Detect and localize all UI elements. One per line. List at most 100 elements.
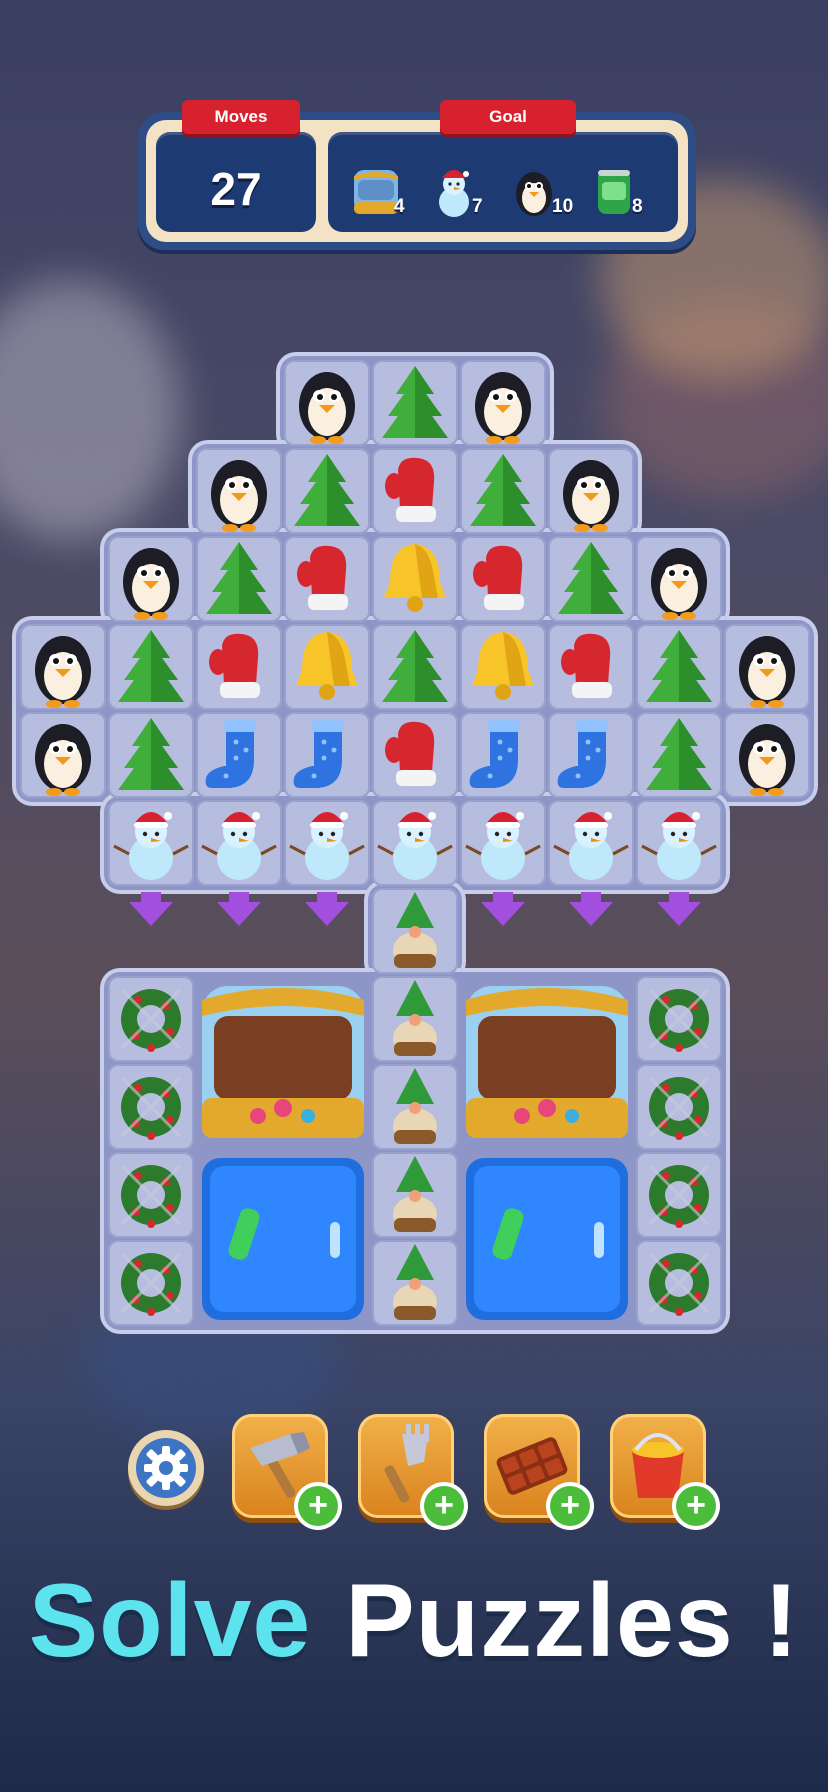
penguin-piece[interactable] xyxy=(196,448,282,534)
tree-piece[interactable] xyxy=(196,536,282,622)
gnome-icon xyxy=(393,1156,437,1232)
mitten-piece[interactable] xyxy=(372,712,458,798)
wreath-piece[interactable] xyxy=(636,1152,722,1238)
sock-icon xyxy=(293,720,344,788)
wreath-piece[interactable] xyxy=(636,1240,722,1326)
jar-icon xyxy=(202,986,364,1138)
tree-icon xyxy=(118,718,184,790)
snowman-icon xyxy=(201,812,277,880)
fork-booster-button[interactable]: + xyxy=(358,1414,464,1526)
wreath-icon xyxy=(648,1164,710,1228)
gnome-icon xyxy=(393,1068,437,1144)
mitten-icon xyxy=(209,633,260,698)
gnome-piece[interactable] xyxy=(372,976,458,1062)
tree-piece[interactable] xyxy=(284,448,370,534)
penguin-piece[interactable] xyxy=(724,624,810,710)
penguin-piece[interactable] xyxy=(548,448,634,534)
bell-piece[interactable] xyxy=(372,536,458,622)
wreath-piece[interactable] xyxy=(108,1064,194,1150)
snowman-piece[interactable] xyxy=(108,800,194,886)
goal-penguin: 10 xyxy=(500,166,580,226)
jar-blocker[interactable] xyxy=(196,976,370,1150)
bucket-booster-button[interactable]: + xyxy=(610,1414,716,1526)
mitten-piece[interactable] xyxy=(196,624,282,710)
bell-piece[interactable] xyxy=(284,624,370,710)
settings-button[interactable] xyxy=(128,1430,204,1506)
snowman-piece[interactable] xyxy=(196,800,282,886)
penguin-icon xyxy=(475,372,531,444)
add-hammer-button[interactable]: + xyxy=(298,1486,338,1526)
penguin-piece[interactable] xyxy=(284,360,370,446)
tree-icon xyxy=(382,366,448,438)
wreath-piece[interactable] xyxy=(108,976,194,1062)
bell-icon xyxy=(296,632,358,700)
tree-piece[interactable] xyxy=(548,536,634,622)
tree-icon xyxy=(382,630,448,702)
snowman-piece[interactable] xyxy=(284,800,370,886)
goal-hud: 27 4 7 10 8 Moves Goal xyxy=(138,100,696,250)
snowman-piece[interactable] xyxy=(460,800,546,886)
tree-piece[interactable] xyxy=(460,448,546,534)
snowman-icon xyxy=(289,812,365,880)
add-chocolate-button[interactable]: + xyxy=(550,1486,590,1526)
tree-icon xyxy=(646,718,712,790)
tree-piece[interactable] xyxy=(636,712,722,798)
fridge-icon xyxy=(466,1158,628,1320)
mitten-piece[interactable] xyxy=(284,536,370,622)
fridge-blocker[interactable] xyxy=(460,1152,634,1326)
wreath-piece[interactable] xyxy=(636,1064,722,1150)
sock-icon xyxy=(205,720,256,788)
tree-icon xyxy=(470,454,536,526)
jar-blocker[interactable] xyxy=(460,976,634,1150)
gnome-piece[interactable] xyxy=(372,1240,458,1326)
penguin-icon xyxy=(211,460,267,532)
mitten-piece[interactable] xyxy=(460,536,546,622)
wreath-icon xyxy=(648,988,710,1052)
penguin-piece[interactable] xyxy=(20,712,106,798)
goal-soda-count: 8 xyxy=(632,196,643,217)
gnome-piece[interactable] xyxy=(372,1152,458,1238)
fridge-blocker[interactable] xyxy=(196,1152,370,1326)
drop-arrow-icon xyxy=(217,902,261,926)
fridge-icon xyxy=(202,1158,364,1320)
drop-arrow-icon xyxy=(669,892,689,902)
tree-piece[interactable] xyxy=(108,624,194,710)
drop-arrow-icon xyxy=(141,892,161,902)
wreath-piece[interactable] xyxy=(108,1240,194,1326)
penguin-piece[interactable] xyxy=(724,712,810,798)
tree-piece[interactable] xyxy=(636,624,722,710)
sock-piece[interactable] xyxy=(284,712,370,798)
gnome-piece[interactable] xyxy=(372,888,458,974)
gnome-piece[interactable] xyxy=(372,1064,458,1150)
penguin-piece[interactable] xyxy=(108,536,194,622)
penguin-icon xyxy=(739,724,795,796)
tree-piece[interactable] xyxy=(372,360,458,446)
mitten-piece[interactable] xyxy=(372,448,458,534)
bell-icon xyxy=(472,632,534,700)
sock-piece[interactable] xyxy=(460,712,546,798)
tree-piece[interactable] xyxy=(108,712,194,798)
add-fork-button[interactable]: + xyxy=(424,1486,464,1526)
headline-word-solve: Solve xyxy=(28,1563,312,1679)
wreath-piece[interactable] xyxy=(108,1152,194,1238)
hammer-booster-button[interactable]: + xyxy=(232,1414,338,1526)
sock-piece[interactable] xyxy=(196,712,282,798)
moves-label: Moves xyxy=(182,100,300,134)
wreath-piece[interactable] xyxy=(636,976,722,1062)
penguin-icon xyxy=(35,724,91,796)
chocolate-booster-button[interactable]: + xyxy=(484,1414,590,1526)
penguin-piece[interactable] xyxy=(636,536,722,622)
snowman-piece[interactable] xyxy=(548,800,634,886)
mitten-piece[interactable] xyxy=(548,624,634,710)
snowman-piece[interactable] xyxy=(372,800,458,886)
snowman-piece[interactable] xyxy=(636,800,722,886)
add-bucket-button[interactable]: + xyxy=(676,1486,716,1526)
bell-piece[interactable] xyxy=(460,624,546,710)
snowman-icon xyxy=(465,812,541,880)
sock-piece[interactable] xyxy=(548,712,634,798)
mitten-icon xyxy=(473,545,524,610)
penguin-piece[interactable] xyxy=(20,624,106,710)
tree-piece[interactable] xyxy=(372,624,458,710)
goal-jar: 4 xyxy=(342,166,422,226)
penguin-piece[interactable] xyxy=(460,360,546,446)
